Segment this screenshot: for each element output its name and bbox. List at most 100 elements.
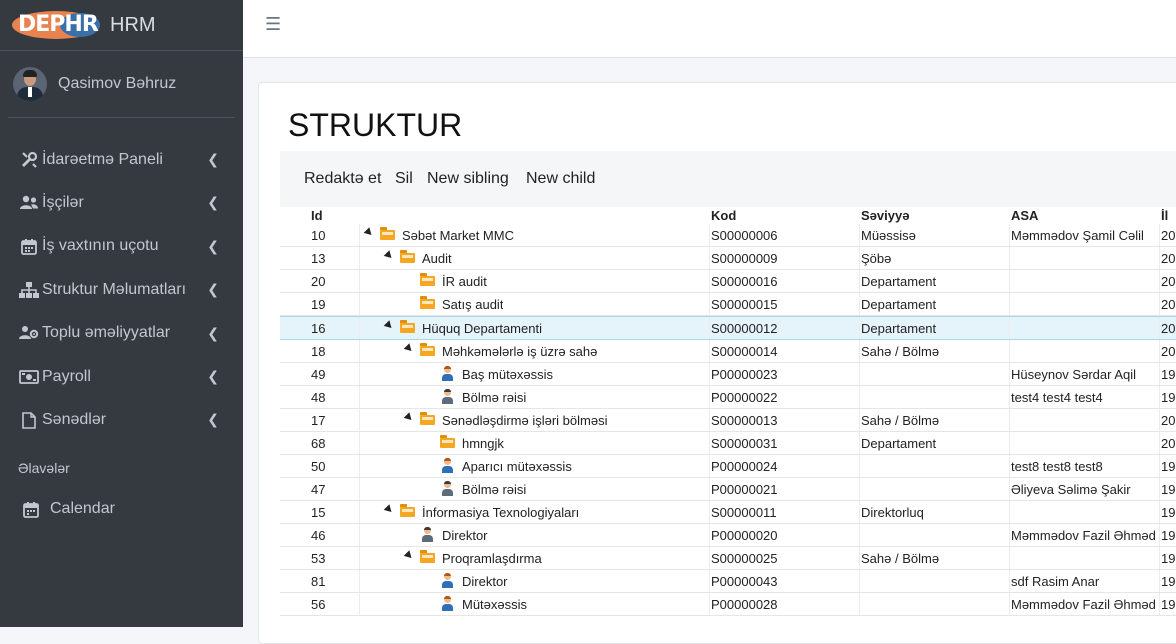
expand-toggle-icon[interactable] xyxy=(363,227,375,238)
cell-name: Məhkəmələrlə iş üzrə sahə xyxy=(442,344,598,359)
folder-icon xyxy=(420,343,435,356)
cell-asa: test8 test8 test8 xyxy=(1011,459,1103,474)
cell-id: 47 xyxy=(311,482,326,497)
avatar xyxy=(13,67,47,101)
table-row[interactable]: 16 Hüquq Departamenti S00000012 Departament… xyxy=(280,316,1176,340)
cell-name: Direktor xyxy=(462,574,508,589)
cell-kod: P00000043 xyxy=(711,574,778,589)
cell-kod: S00000016 xyxy=(711,274,778,289)
table-row[interactable]: 18 Məhkəmələrlə iş üzrə sahə S00000014 Sahə… xyxy=(280,340,1176,363)
column-header-asa[interactable]: ASA xyxy=(1011,208,1038,223)
cell-level: Direktorluq xyxy=(861,505,924,520)
sidebar-item-calendar[interactable]: Calendar xyxy=(0,488,243,531)
sidebar-item-dashboard[interactable]: İdarəetmə Paneli ❮ xyxy=(0,138,243,181)
cell-year: 190 xyxy=(1161,459,1176,474)
sidebar-item-label: Struktur Məlumatları xyxy=(42,280,187,298)
cell-asa: test4 test4 test4 xyxy=(1011,390,1103,405)
folder-icon xyxy=(420,296,435,309)
table-row[interactable]: 46 Direktor P00000020 Məmmədov Fazil Əhməd 1… xyxy=(280,524,1176,547)
table-row[interactable]: 19 Satış audit S00000015 Departament 202 xyxy=(280,293,1176,316)
cell-kod: P00000020 xyxy=(711,528,778,543)
table-row[interactable]: 20 İR audit S00000016 Departament 202 xyxy=(280,270,1176,293)
sidebar-item-timekeeping[interactable]: İş vaxtının uçotu ❮ xyxy=(0,225,243,268)
sidebar-item-documents[interactable]: Sənədlər ❮ xyxy=(0,398,243,441)
folder-icon xyxy=(440,435,455,448)
expand-toggle-icon[interactable] xyxy=(383,250,395,261)
cell-id: 18 xyxy=(311,344,326,359)
cell-name: hmngjk xyxy=(462,436,504,451)
sidebar: DEPHR HRM Qasimov Bəhruz İdarəetmə Panel… xyxy=(0,0,243,627)
expand-toggle-icon[interactable] xyxy=(403,343,415,354)
expand-toggle-icon[interactable] xyxy=(403,550,415,561)
column-header-level[interactable]: Səviyyə xyxy=(861,208,909,223)
cell-kod: S00000013 xyxy=(711,413,778,428)
new-sibling-button[interactable]: New sibling xyxy=(427,170,509,188)
cell-kod: S00000009 xyxy=(711,251,778,266)
cell-year: 202 xyxy=(1161,228,1176,243)
sidebar-item-structure[interactable]: Struktur Məlumatları ❮ xyxy=(0,268,243,311)
table-row[interactable]: 10 Səbət Market MMC S00000006 Müəssisə Məmmə… xyxy=(280,224,1176,247)
cell-level: Departament xyxy=(861,321,937,336)
delete-button[interactable]: Sil xyxy=(395,170,413,188)
user-panel[interactable]: Qasimov Bəhruz xyxy=(8,51,235,118)
table-row[interactable]: 50 Aparıcı mütəxəssis P00000024 test8 test8… xyxy=(280,455,1176,478)
expand-toggle-icon[interactable] xyxy=(383,504,395,515)
table-row[interactable]: 53 Proqramlaşdırma S00000025 Sahə / Bölmə 19… xyxy=(280,547,1176,570)
tools-icon xyxy=(18,151,40,169)
chevron-left-icon: ❮ xyxy=(207,412,219,429)
table-row[interactable]: 49 Baş mütəxəssis P00000023 Hüseynov Sərdar… xyxy=(280,363,1176,386)
new-child-button[interactable]: New child xyxy=(526,170,595,188)
cell-kod: P00000022 xyxy=(711,390,778,405)
cell-id: 53 xyxy=(311,551,326,566)
cell-name: Proqramlaşdırma xyxy=(442,551,542,566)
tree-grid: Id Kod Səviyyə ASA İl 10 Səbət Market MMC… xyxy=(280,206,1176,616)
column-header-kod[interactable]: Kod xyxy=(711,208,736,223)
column-header-id[interactable]: Id xyxy=(311,208,323,223)
cell-level: Departament xyxy=(861,274,937,289)
sidebar-item-employees[interactable]: İşçilər ❮ xyxy=(0,181,243,224)
cell-year: 202 xyxy=(1161,297,1176,312)
cell-id: 48 xyxy=(311,390,326,405)
folder-icon xyxy=(400,320,415,333)
chevron-left-icon: ❮ xyxy=(207,325,219,342)
table-row[interactable]: 68 hmngjk S00000031 Departament 202 xyxy=(280,432,1176,455)
cell-level: Şöbə xyxy=(861,251,892,266)
cell-name: Direktor xyxy=(442,528,488,543)
expand-toggle-icon[interactable] xyxy=(403,412,415,423)
sidebar-item-label: İş vaxtının uçotu xyxy=(42,237,159,255)
brand-logo: DEPHR xyxy=(12,8,102,42)
sidebar-item-bulk-operations[interactable]: Toplu əməliyyatlar ❮ xyxy=(0,312,243,355)
table-row[interactable]: 17 Sənədləşdirmə işləri bölməsi S00000013 S… xyxy=(280,409,1176,432)
expand-toggle-icon[interactable] xyxy=(383,320,395,331)
table-row[interactable]: 47 Bölmə rəisi P00000021 Əliyeva Səlimə Şak… xyxy=(280,478,1176,501)
edit-button[interactable]: Redaktə et xyxy=(304,170,381,188)
cell-asa: Hüseynov Sərdar Aqil xyxy=(1011,367,1137,382)
calendar-icon xyxy=(18,238,40,255)
cell-name: İR audit xyxy=(442,274,487,289)
person-icon xyxy=(441,366,453,381)
user-name[interactable]: Qasimov Bəhruz xyxy=(58,75,176,93)
cell-year: 190 xyxy=(1161,574,1176,589)
menu-toggle-icon[interactable]: ☰ xyxy=(265,14,281,35)
sidebar-item-label: Sənədlər xyxy=(42,411,107,429)
cell-level: Sahə / Bölmə xyxy=(861,413,940,428)
cell-id: 13 xyxy=(311,251,326,266)
table-row[interactable]: 48 Bölmə rəisi P00000022 test4 test4 test4 1… xyxy=(280,386,1176,409)
sidebar-item-payroll[interactable]: Payroll ❮ xyxy=(0,355,243,398)
chevron-left-icon: ❮ xyxy=(207,368,219,385)
table-row[interactable]: 56 Mütəxəssis P00000028 Məmmədov Fazil Əhmə… xyxy=(280,593,1176,616)
table-row[interactable]: 81 Direktor P00000043 sdf Rasim Anar 190 xyxy=(280,570,1176,593)
column-header-year[interactable]: İl xyxy=(1161,208,1168,223)
brand[interactable]: DEPHR HRM xyxy=(0,0,243,51)
cell-id: 15 xyxy=(311,505,326,520)
cell-asa: Məmmədov Fazil Əhməd xyxy=(1011,597,1156,612)
table-row[interactable]: 15 İnformasiya Texnologiyaları S00000011 Di… xyxy=(280,501,1176,524)
money-icon xyxy=(18,369,40,384)
cell-year: 190 xyxy=(1161,482,1176,497)
cell-year: 202 xyxy=(1161,274,1176,289)
folder-icon xyxy=(420,550,435,563)
cell-name: Hüquq Departamenti xyxy=(422,321,542,336)
person-icon xyxy=(441,596,453,611)
table-row[interactable]: 13 Audit S00000009 Şöbə 202 xyxy=(280,247,1176,270)
cell-name: Baş mütəxəssis xyxy=(462,367,554,382)
